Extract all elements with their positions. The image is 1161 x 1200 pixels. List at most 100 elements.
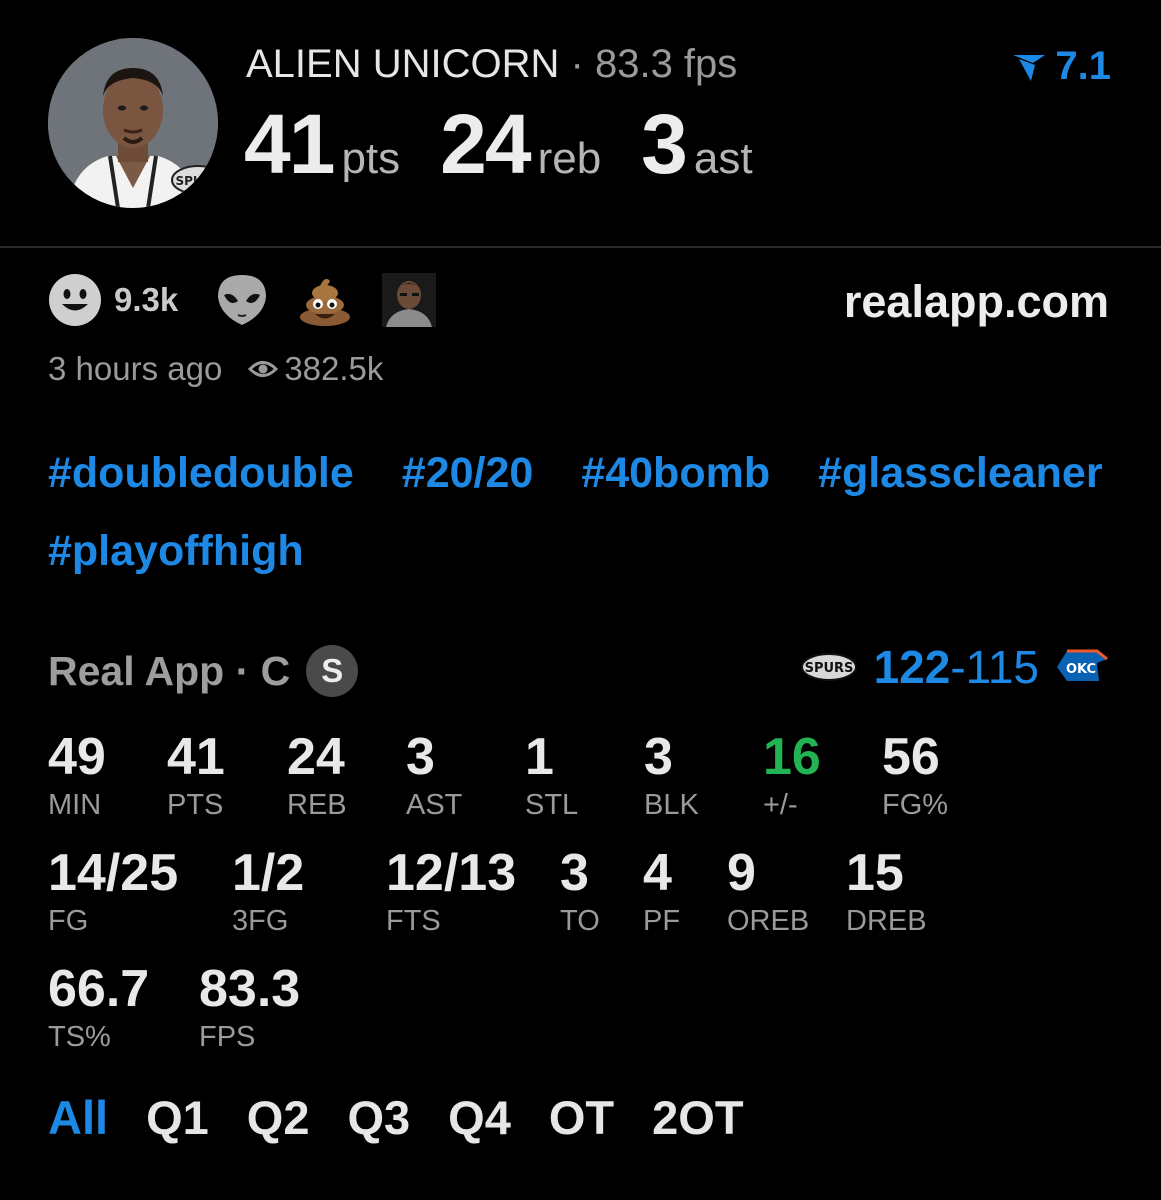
player-name[interactable]: ALIEN UNICORN <box>246 42 559 86</box>
stat-cell: 3 TO <box>560 844 600 938</box>
okc-logo-icon: OKC <box>1057 649 1108 681</box>
header-divider <box>0 246 1161 248</box>
game-score[interactable]: SPURS 122 - 115 OKC <box>800 640 1109 694</box>
home-score: 122 <box>873 641 951 693</box>
stat-cell: 3 BLK <box>644 728 699 822</box>
tab-q2[interactable]: Q2 <box>247 1090 310 1145</box>
stat-cell: 12/13 FTS <box>386 844 516 938</box>
stat-label: TS% <box>48 1021 111 1053</box>
smile-emoji-icon[interactable] <box>48 273 102 327</box>
stat-cell: 83.3 FPS <box>199 960 300 1054</box>
stat-value: 14/25 <box>48 844 179 902</box>
stat-label: PF <box>643 905 681 937</box>
site-link[interactable]: realapp.com <box>844 276 1109 328</box>
stat-value: 3 <box>406 728 435 786</box>
fantasy-points: 83.3 fps <box>594 42 738 86</box>
hashtag-list: #doubledouble #20/20 #40bomb #glassclean… <box>48 448 1108 576</box>
stat-label: +/- <box>763 789 798 821</box>
hashtag-link[interactable]: #playoffhigh <box>48 526 304 576</box>
stats-source: Real App · C S <box>48 645 359 697</box>
poop-emoji-icon[interactable] <box>298 273 352 327</box>
stat-label: FG <box>48 905 89 937</box>
score-separator: - <box>950 641 966 693</box>
stat-label: REB <box>287 789 347 821</box>
stat-value: 49 <box>48 728 106 786</box>
stat-label: FPS <box>199 1021 256 1053</box>
headline-stats: 41 pts 24 reb 3 ast <box>244 96 793 193</box>
tab-2ot[interactable]: 2OT <box>652 1090 743 1145</box>
svg-text:SPURS: SPURS <box>175 174 218 188</box>
stat-value: 12/13 <box>386 844 517 902</box>
stat-label: AST <box>406 789 463 821</box>
stat-value: 1 <box>525 728 554 786</box>
player-photo-icon: SPURS <box>48 38 218 208</box>
player-title-line: ALIEN UNICORN · 83.3 fps <box>246 42 737 87</box>
tab-q3[interactable]: Q3 <box>347 1090 410 1145</box>
svg-text:SPURS: SPURS <box>804 661 853 676</box>
stat-label: MIN <box>48 789 102 821</box>
spurs-logo-icon: SPURS <box>800 653 857 681</box>
hashtag-link[interactable]: #20/20 <box>402 448 534 498</box>
reactions-bar: 9.3k <box>48 272 466 328</box>
stat-label: OREB <box>727 905 810 937</box>
stat-cell: 14/25 FG <box>48 844 178 938</box>
stat-value: 66.7 <box>48 960 150 1018</box>
plus-minus-value: 16 <box>763 728 821 786</box>
eye-icon <box>248 361 279 377</box>
stat-value: 41 <box>167 728 225 786</box>
stat-label: DREB <box>846 905 927 937</box>
stat-value: 24 <box>287 728 345 786</box>
period-tabs: All Q1 Q2 Q3 Q4 OT 2OT <box>48 1090 744 1145</box>
stat-value: 4 <box>643 844 672 902</box>
alien-emoji-icon[interactable] <box>216 273 268 327</box>
stat-cell: 1 STL <box>525 728 578 822</box>
rating-value: 7.1 <box>1055 44 1111 88</box>
user-avatar-icon[interactable] <box>382 273 437 327</box>
stat-value: 1/2 <box>232 844 305 902</box>
stat-cell: 49 MIN <box>48 728 106 822</box>
starter-badge: S <box>306 645 359 697</box>
stat-value: 15 <box>846 844 904 902</box>
stat-label: FTS <box>386 905 441 937</box>
headline-stat-value: 24 <box>440 97 531 191</box>
hashtag-link[interactable]: #glasscleaner <box>818 448 1102 498</box>
headline-stat-unit: reb <box>537 134 602 183</box>
stat-value: 83.3 <box>199 960 301 1018</box>
headline-stat-value: 41 <box>244 97 335 191</box>
post-time: 3 hours ago <box>48 350 223 387</box>
tab-q4[interactable]: Q4 <box>448 1090 511 1145</box>
stat-label: TO <box>560 905 600 937</box>
stat-label: FG% <box>882 789 949 821</box>
player-avatar[interactable]: SPURS <box>48 38 218 208</box>
stat-cell: 3 AST <box>406 728 462 822</box>
away-score: 115 <box>965 641 1039 693</box>
stat-value: 3 <box>644 728 673 786</box>
hashtag-link[interactable]: #doubledouble <box>48 448 354 498</box>
separator-dot: · <box>570 42 584 86</box>
reaction-count[interactable]: 9.3k <box>114 281 178 319</box>
stat-label: BLK <box>644 789 699 821</box>
hashtag-link[interactable]: #40bomb <box>581 448 770 498</box>
stat-label: STL <box>525 789 579 821</box>
stat-cell: 41 PTS <box>167 728 225 822</box>
stat-cell: 9 OREB <box>727 844 809 938</box>
tab-ot[interactable]: OT <box>549 1090 614 1145</box>
stat-cell: 56 FG% <box>882 728 948 822</box>
player-rating[interactable]: 7.1 <box>1011 44 1111 89</box>
stat-cell: 4 PF <box>643 844 680 938</box>
stat-cell: 1/2 3FG <box>232 844 304 938</box>
stat-value: 9 <box>727 844 756 902</box>
tab-all[interactable]: All <box>48 1090 108 1145</box>
stat-label: PTS <box>167 789 224 821</box>
player-header: SPURS ALIEN UNICORN · 83.3 fps 7.1 41 pt… <box>0 0 1161 247</box>
svg-text:OKC: OKC <box>1066 662 1096 677</box>
source-label: Real App · C <box>48 647 291 694</box>
stat-cell: 15 DREB <box>846 844 927 938</box>
stat-cell: 66.7 TS% <box>48 960 149 1054</box>
headline-stat-unit: ast <box>693 134 753 183</box>
headline-stat-value: 3 <box>641 97 688 191</box>
post-meta: 3 hours ago 382.5k <box>48 350 383 388</box>
tab-q1[interactable]: Q1 <box>146 1090 209 1145</box>
stat-cell: 16 +/- <box>763 728 821 822</box>
stat-cell: 24 REB <box>287 728 347 822</box>
